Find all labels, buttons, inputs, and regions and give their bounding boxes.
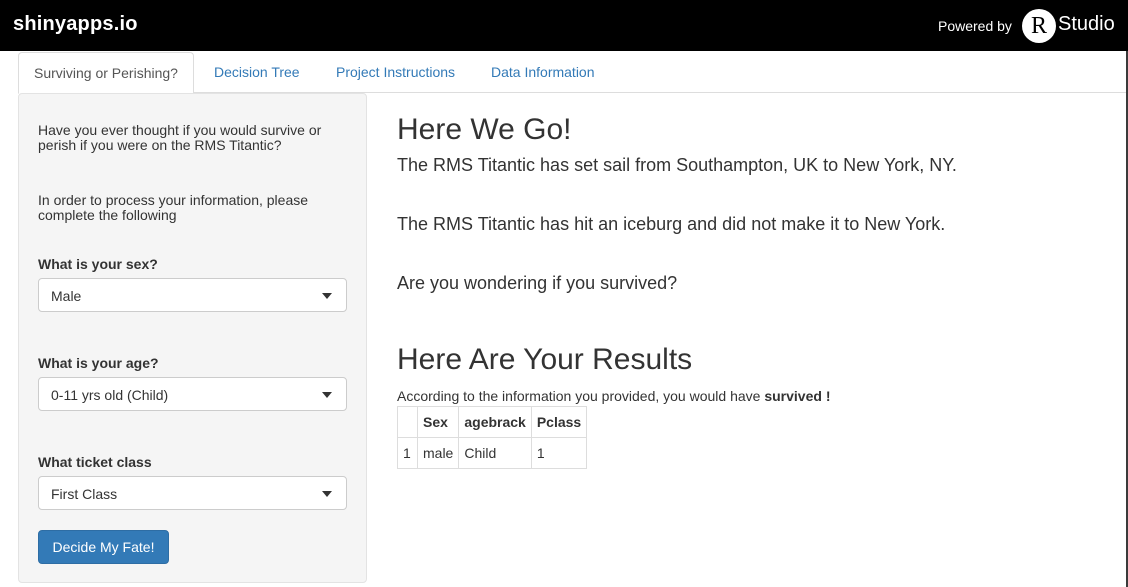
chevron-down-icon: [322, 293, 332, 299]
sidebar-panel: Have you ever thought if you would survi…: [18, 93, 367, 583]
brand-link[interactable]: shinyapps.io: [13, 13, 138, 36]
table-cell-pclass: 1: [530, 437, 588, 469]
table-cell-sex: male: [416, 437, 460, 469]
tab-project-instructions[interactable]: Project Instructions: [321, 52, 470, 93]
age-select[interactable]: 0-11 yrs old (Child): [38, 377, 347, 411]
iceberg-text: The RMS Titantic has hit an iceburg and …: [397, 214, 946, 234]
table-row: 1 male Child 1: [397, 437, 588, 469]
instructions-text: In order to process your information, pl…: [38, 192, 309, 223]
table-header-index: [397, 406, 418, 438]
table-header-agebrack: agebrack: [458, 406, 532, 438]
class-select[interactable]: First Class: [38, 476, 347, 510]
result-value: survived: [764, 388, 822, 404]
sex-select[interactable]: Male: [38, 278, 347, 312]
result-suffix: !: [825, 388, 831, 404]
table-header-pclass: Pclass: [530, 406, 588, 438]
results-table: Sex agebrack Pclass 1 male Child 1: [397, 406, 588, 469]
class-select-value: First Class: [51, 486, 118, 502]
heading-results: Here Are Your Results: [397, 343, 693, 376]
result-sentence: According to the information you provide…: [397, 388, 831, 404]
result-prefix: According to the information you provide…: [397, 388, 761, 404]
intro-text: Have you ever thought if you would survi…: [38, 122, 322, 153]
tab-decision-tree[interactable]: Decision Tree: [199, 52, 315, 93]
tab-data-information[interactable]: Data Information: [476, 52, 610, 93]
class-label: What ticket class: [38, 454, 152, 470]
tab-surviving-or-perishing[interactable]: Surviving or Perishing?: [18, 52, 194, 94]
age-select-value: 0-11 yrs old (Child): [51, 387, 169, 403]
table-header-row: Sex agebrack Pclass: [397, 406, 588, 438]
tab-bar: Surviving or Perishing? Decision Tree Pr…: [18, 52, 1126, 94]
top-bar: shinyapps.io Powered by R Studio: [0, 0, 1128, 51]
sex-select-value: Male: [51, 288, 82, 304]
powered-by-text: Powered by: [938, 18, 1012, 34]
table-cell-agebrack: Child: [458, 437, 532, 469]
chevron-down-icon: [322, 392, 332, 398]
rstudio-logo-text[interactable]: Studio: [1058, 13, 1115, 36]
heading-here-we-go: Here We Go!: [397, 113, 572, 146]
chevron-down-icon: [322, 491, 332, 497]
table-header-sex: Sex: [416, 406, 460, 438]
table-cell-index: 1: [397, 437, 418, 469]
age-label: What is your age?: [38, 355, 159, 371]
question-text: Are you wondering if you survived?: [397, 273, 678, 293]
sex-label: What is your sex?: [38, 256, 158, 272]
rstudio-logo-icon[interactable]: R: [1022, 9, 1056, 43]
decide-my-fate-button[interactable]: Decide My Fate!: [38, 530, 169, 564]
voyage-text: The RMS Titantic has set sail from South…: [397, 155, 957, 175]
